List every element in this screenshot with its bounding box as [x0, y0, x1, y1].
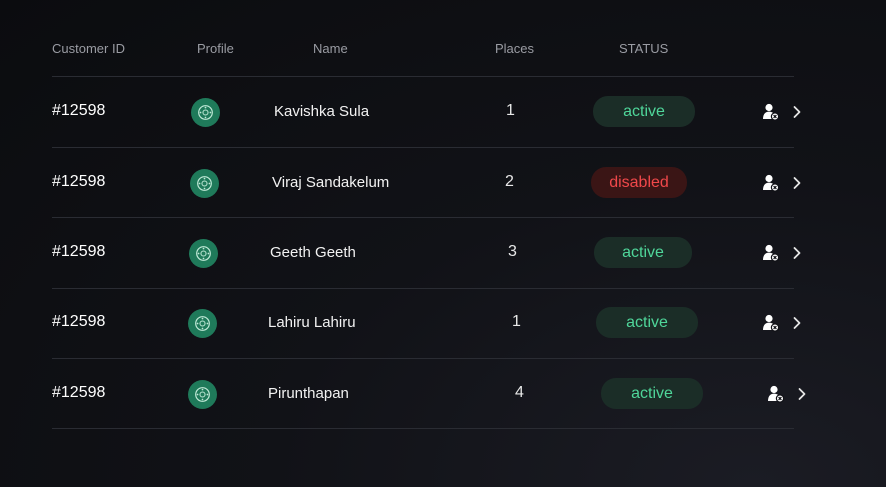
avatar-icon — [195, 245, 212, 262]
status-badge: active — [594, 237, 692, 268]
chevron-right-icon[interactable] — [792, 105, 802, 119]
avatar-icon — [197, 104, 214, 121]
customer-name: Viraj Sandakelum — [272, 174, 390, 191]
remove-user-icon[interactable] — [763, 103, 780, 121]
avatar — [191, 98, 220, 127]
header-places: Places — [495, 41, 535, 56]
chevron-right-icon[interactable] — [792, 176, 802, 190]
customer-name: Geeth Geeth — [270, 244, 356, 261]
places-count: 1 — [512, 313, 521, 330]
chevron-right-icon[interactable] — [792, 246, 802, 260]
header-name: Name — [313, 41, 348, 56]
chevron-right-icon[interactable] — [797, 387, 807, 401]
row-divider — [52, 428, 794, 429]
places-count: 1 — [506, 102, 515, 119]
status-badge: disabled — [591, 167, 687, 198]
chevron-right-icon[interactable] — [792, 316, 802, 330]
avatar — [188, 380, 217, 409]
customer-id: #12598 — [52, 384, 106, 401]
customer-id: #12598 — [52, 243, 106, 260]
customer-id: #12598 — [52, 102, 106, 119]
status-badge: active — [593, 96, 695, 127]
customer-id: #12598 — [52, 313, 106, 330]
avatar — [190, 169, 219, 198]
avatar — [188, 309, 217, 338]
avatar-icon — [196, 175, 213, 192]
places-count: 3 — [508, 243, 517, 260]
row-divider — [52, 288, 794, 289]
places-count: 4 — [515, 384, 524, 401]
customer-name: Pirunthapan — [268, 385, 349, 402]
header-customer-id: Customer ID — [52, 41, 125, 56]
status-badge: active — [601, 378, 703, 409]
header-status: STATUS — [619, 41, 669, 56]
remove-user-icon[interactable] — [763, 174, 780, 192]
row-divider — [52, 76, 794, 77]
remove-user-icon[interactable] — [763, 244, 780, 262]
avatar-icon — [194, 315, 211, 332]
row-divider — [52, 358, 794, 359]
customer-id: #12598 — [52, 173, 106, 190]
remove-user-icon[interactable] — [768, 385, 785, 403]
row-divider — [52, 217, 794, 218]
status-badge: active — [596, 307, 698, 338]
customer-name: Lahiru Lahiru — [268, 314, 356, 331]
customer-name: Kavishka Sula — [274, 103, 370, 120]
avatar — [189, 239, 218, 268]
avatar-icon — [194, 386, 211, 403]
places-count: 2 — [505, 173, 514, 190]
remove-user-icon[interactable] — [763, 314, 780, 332]
row-divider — [52, 147, 794, 148]
header-profile: Profile — [197, 41, 234, 56]
